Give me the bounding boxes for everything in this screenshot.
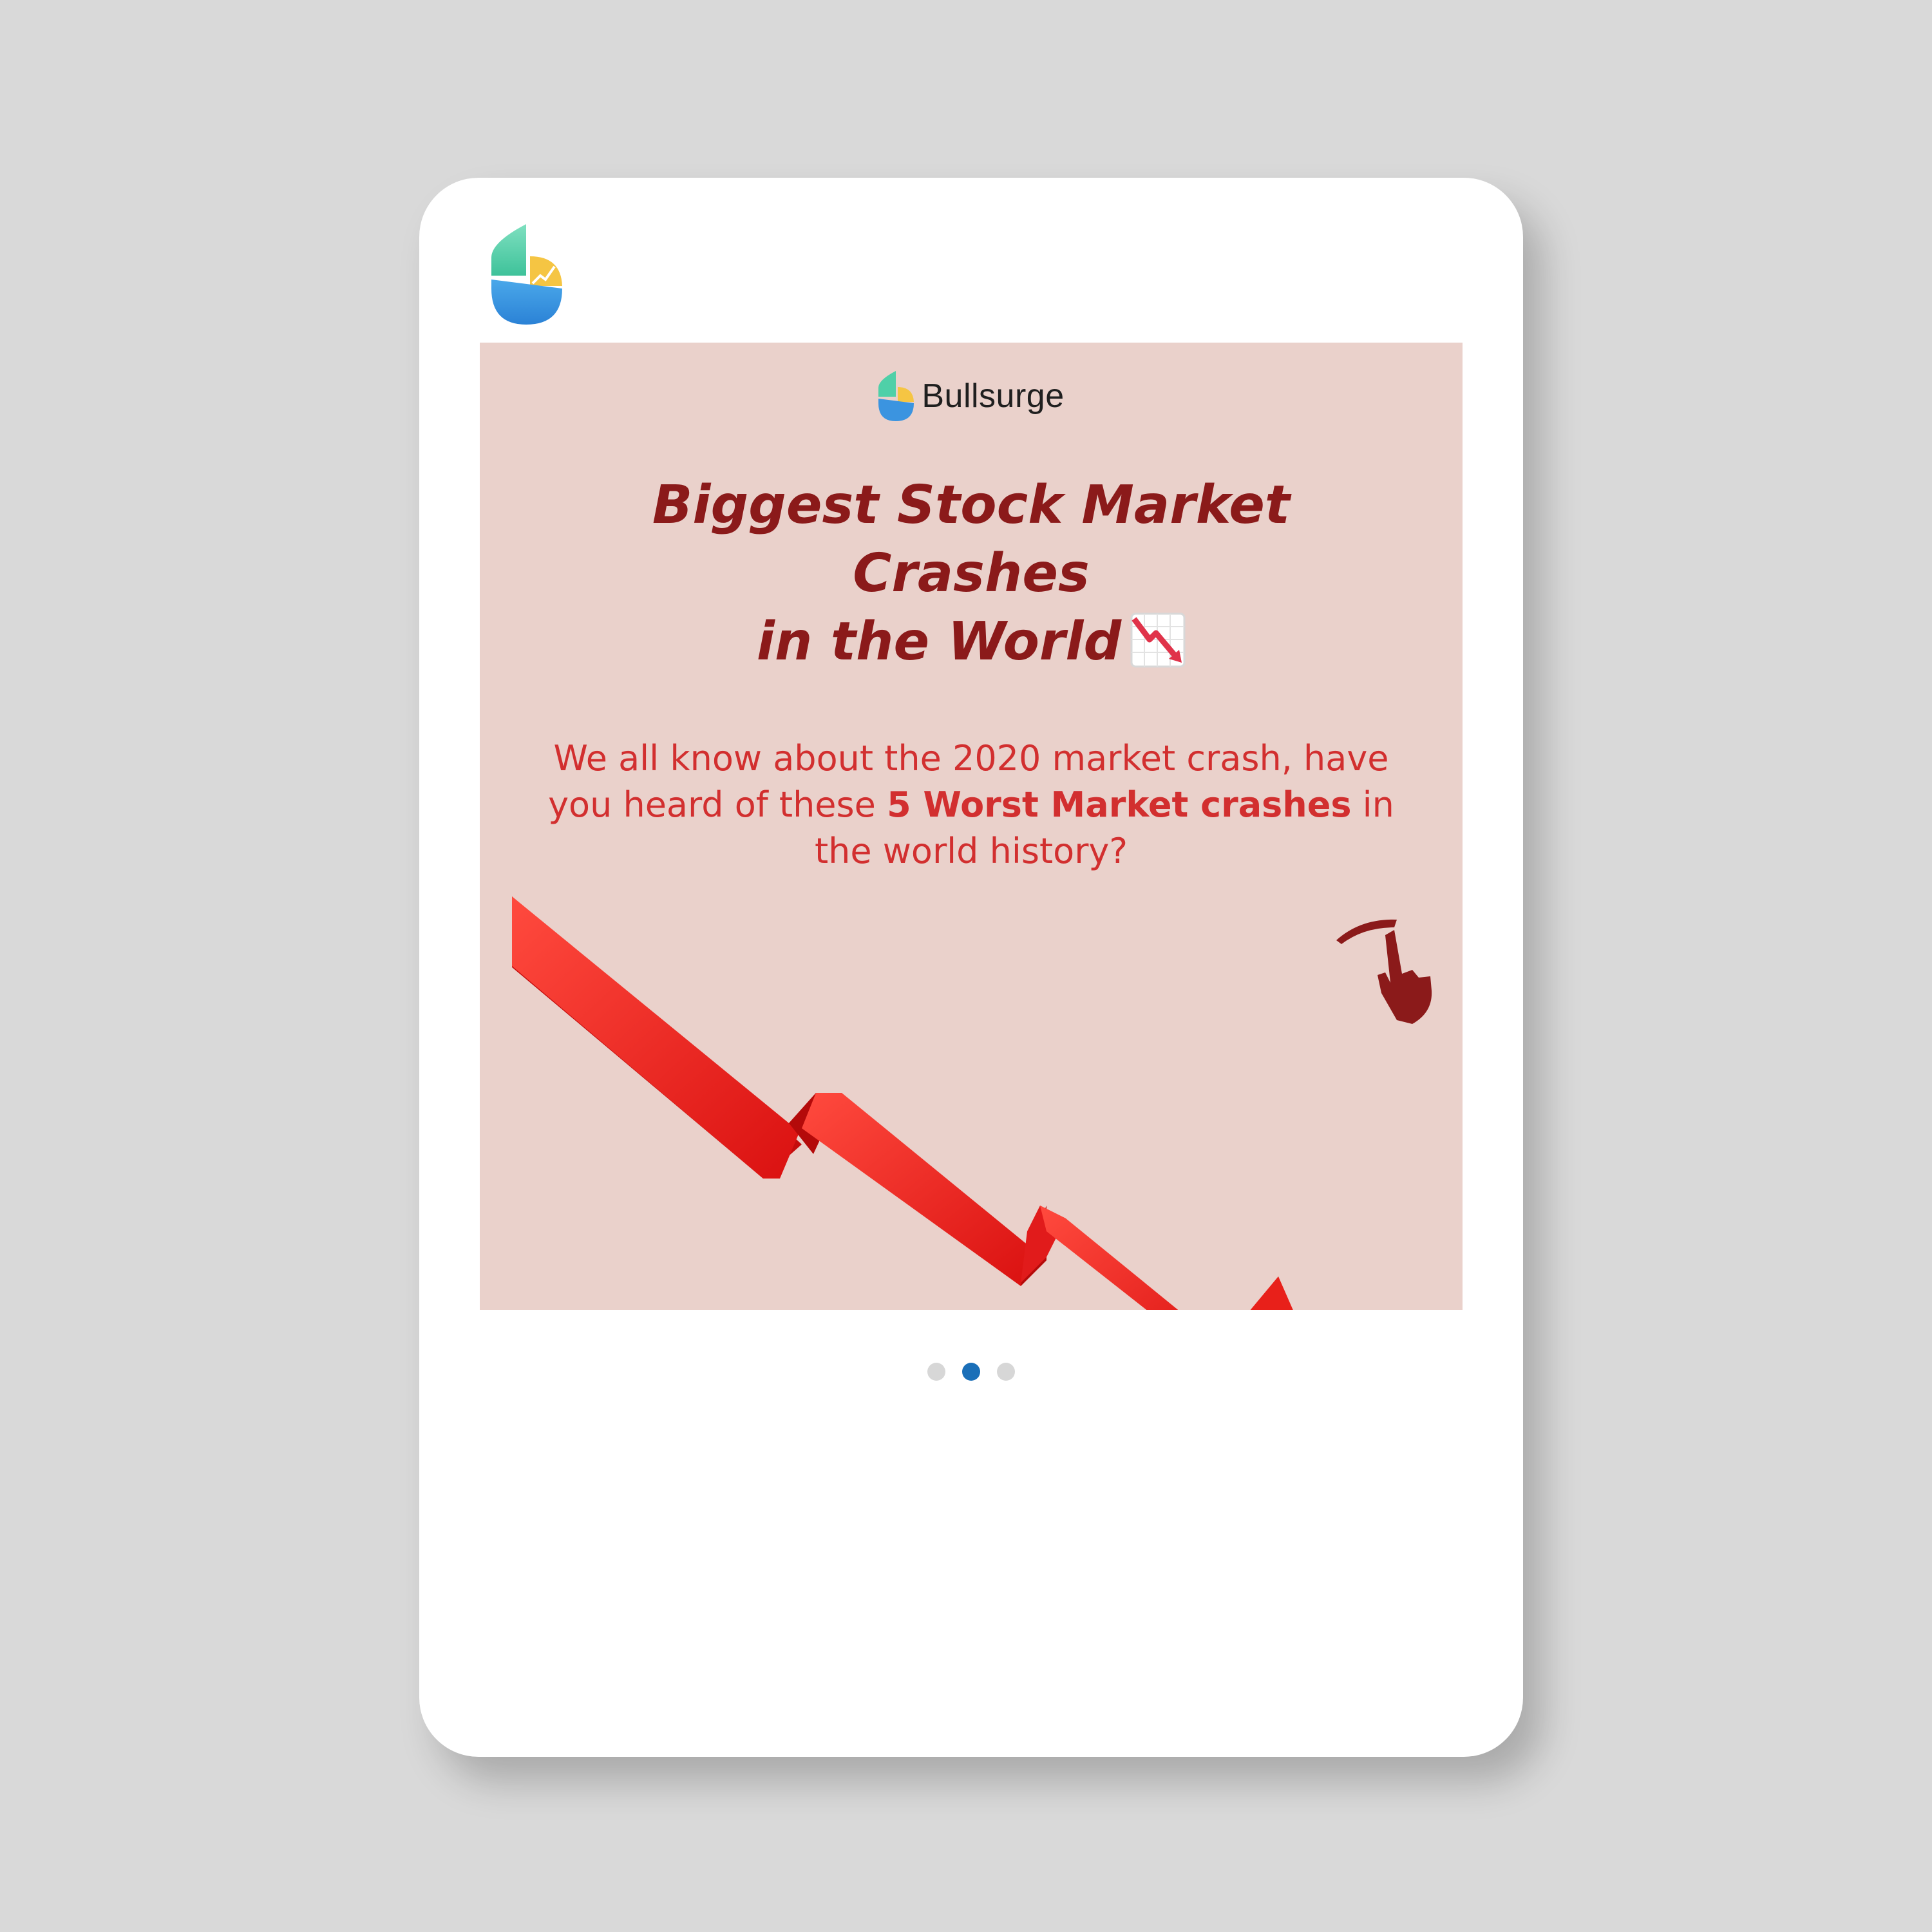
carousel-indicator	[419, 1363, 1523, 1381]
page-title: Biggest Stock Market Crashes in the Worl…	[544, 471, 1398, 676]
brand-header: Bullsurge	[480, 371, 1463, 421]
title-line-1: Biggest Stock Market	[652, 475, 1291, 536]
title-line-3-text: in the World	[756, 611, 1122, 672]
swipe-hand-icon[interactable]	[1335, 916, 1438, 1025]
brand-name: Bullsurge	[922, 377, 1065, 415]
bullsurge-logo-icon	[878, 371, 914, 421]
subtitle: We all know about the 2020 market crash,…	[544, 735, 1398, 875]
post-card: Bullsurge Biggest Stock Market Crashes i…	[419, 178, 1523, 1757]
carousel-slide[interactable]: Bullsurge Biggest Stock Market Crashes i…	[480, 343, 1463, 1310]
bullsurge-logo-icon[interactable]	[490, 224, 562, 325]
carousel-dot-2[interactable]	[962, 1363, 980, 1381]
title-line-3: in the World	[544, 608, 1398, 676]
carousel-dot-3[interactable]	[997, 1363, 1015, 1381]
subtitle-emphasis: 5 Worst Market crashes	[887, 784, 1352, 825]
carousel-dot-1[interactable]	[927, 1363, 945, 1381]
title-line-2: Crashes	[853, 543, 1090, 604]
chart-decreasing-icon	[1130, 612, 1186, 668]
downtrend-arrow-icon	[512, 896, 1293, 1310]
